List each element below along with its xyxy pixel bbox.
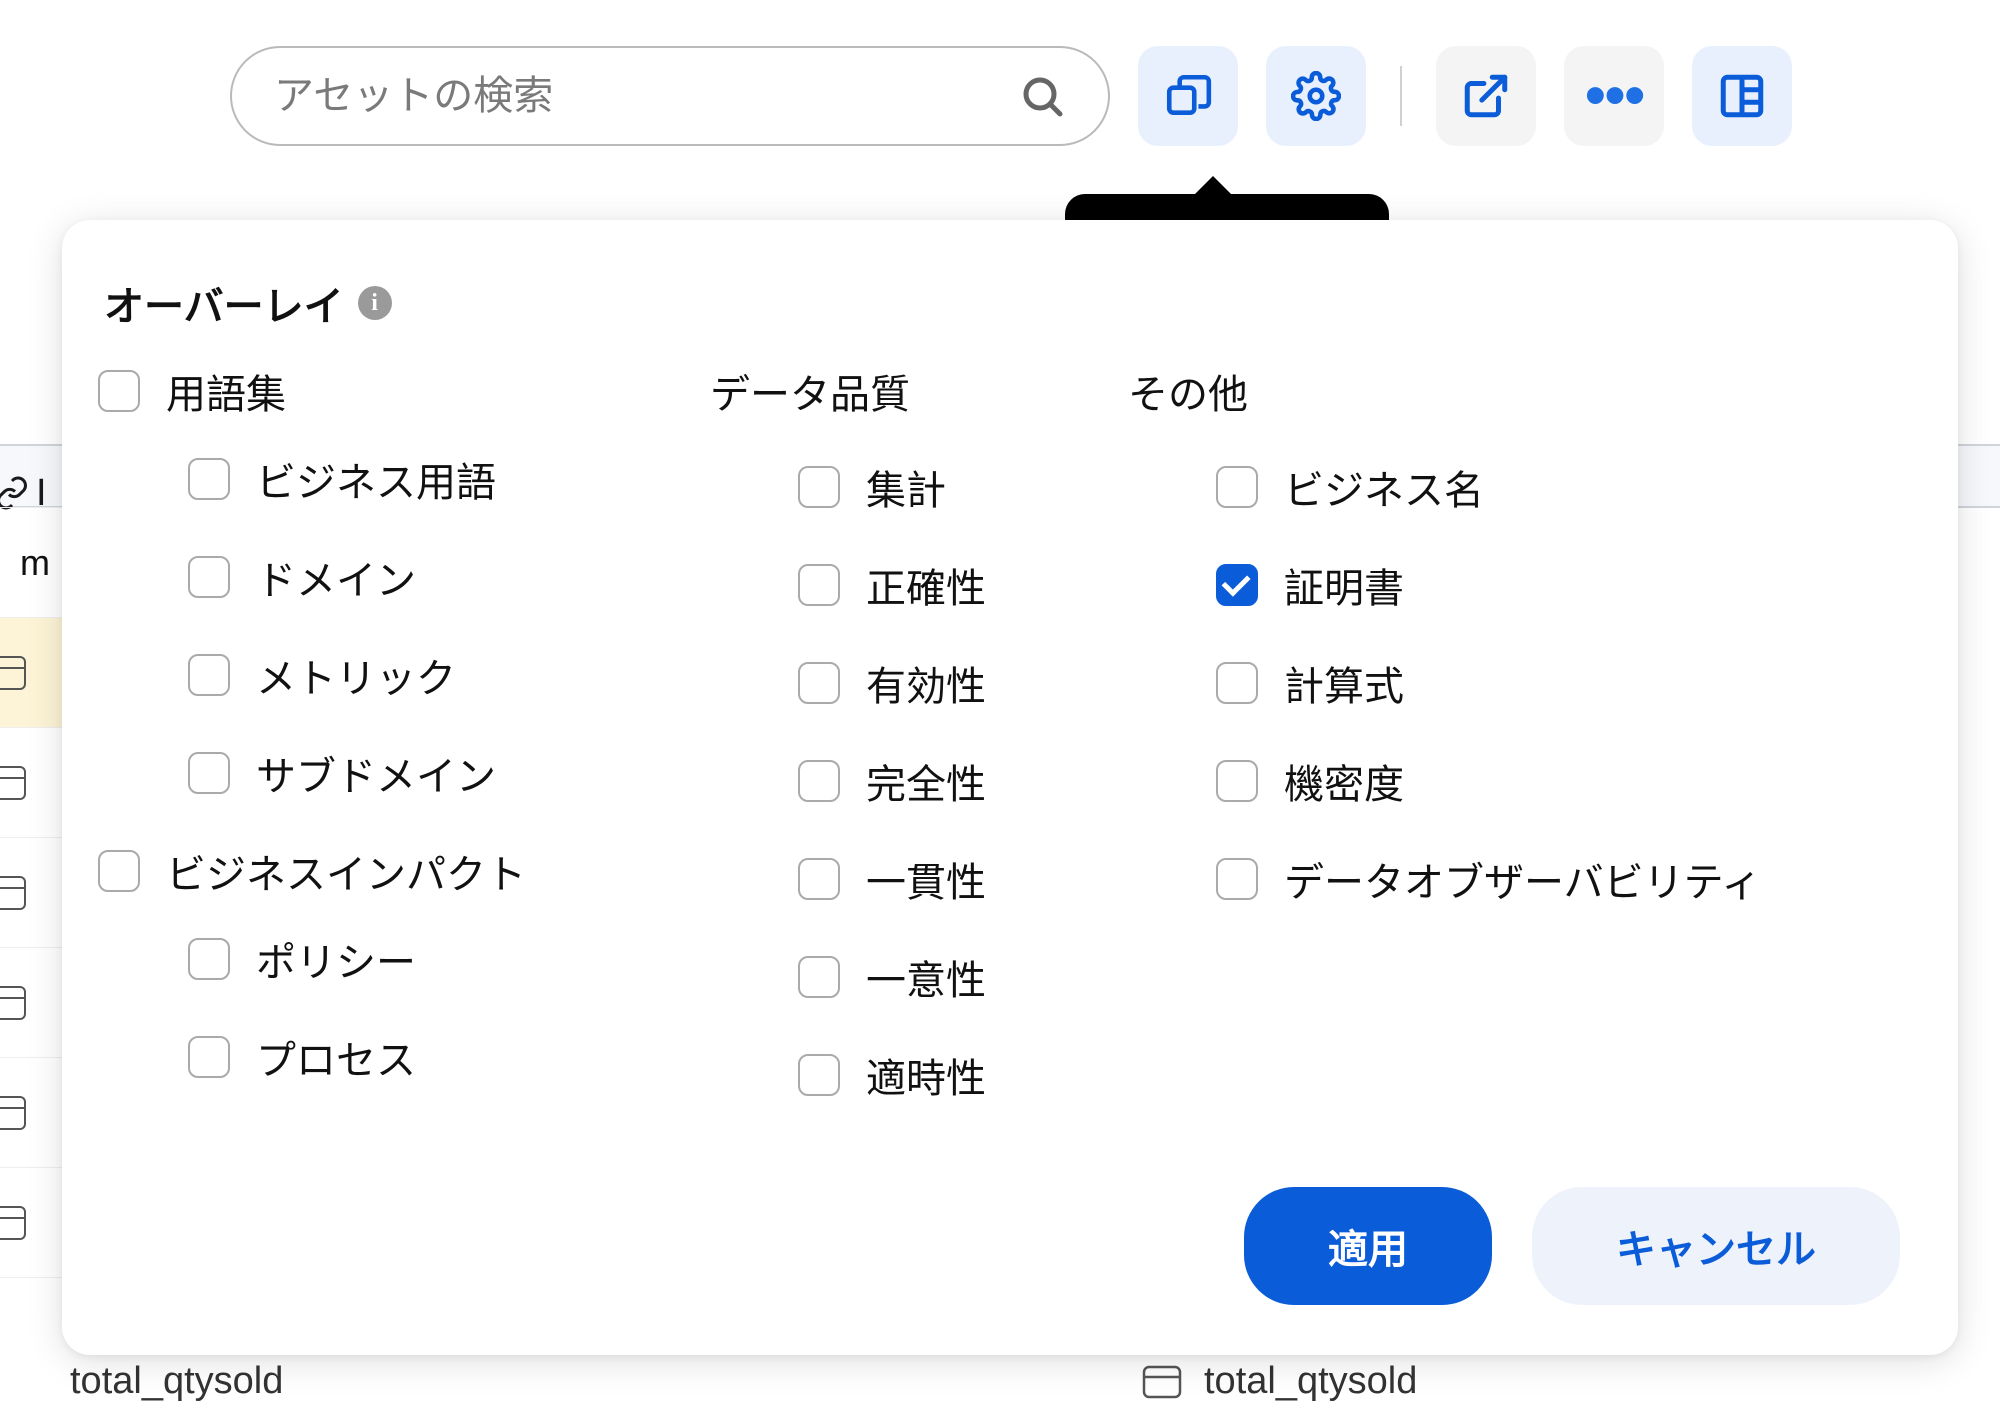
settings-button[interactable] <box>1266 46 1366 146</box>
checkbox-icon <box>798 858 840 900</box>
checkbox-data-observability[interactable]: データオブザーバビリティ <box>1216 850 1900 908</box>
checkbox-icon <box>188 556 230 598</box>
search-box[interactable] <box>230 46 1110 146</box>
checkbox-icon <box>798 956 840 998</box>
checkbox-uniqueness[interactable]: 一意性 <box>798 948 1048 1006</box>
checkbox-icon <box>188 1036 230 1078</box>
panel-actions: 適用 キャンセル <box>98 1187 1900 1305</box>
business-impact-items: ポリシー プロセス <box>98 930 618 1086</box>
checkbox-policy[interactable]: ポリシー <box>188 930 618 988</box>
checkbox-business-name[interactable]: ビジネス名 <box>1216 458 1900 516</box>
overlay-panel: オーバーレイ i 用語集 ビジネス用語 ドメイン <box>62 220 1958 1355</box>
other-header: その他 <box>1126 362 1900 420</box>
checkbox-icon <box>1216 662 1258 704</box>
glossary-items: ビジネス用語 ドメイン メトリック サブドメイン <box>98 450 618 802</box>
group-business-impact: ビジネスインパクト ポリシー プロセス <box>98 842 618 1086</box>
more-button[interactable]: ••• <box>1564 46 1664 146</box>
checkbox-aggregation[interactable]: 集計 <box>798 458 1048 516</box>
checkbox-icon <box>188 458 230 500</box>
checkbox-icon <box>1216 858 1258 900</box>
checkbox-validity[interactable]: 有効性 <box>798 654 1048 712</box>
group-glossary: 用語集 ビジネス用語 ドメイン メトリック <box>98 362 618 802</box>
checkbox-icon <box>1216 760 1258 802</box>
checkbox-icon <box>798 662 840 704</box>
checkbox-consistency[interactable]: 一貫性 <box>798 850 1048 908</box>
bg-bottom-text: total_qtysold <box>70 1360 283 1403</box>
overlay-button[interactable] <box>1138 46 1238 146</box>
panel-columns: 用語集 ビジネス用語 ドメイン メトリック <box>98 362 1900 1187</box>
checkbox-icon <box>798 1054 840 1096</box>
other-items: ビジネス名 証明書 計算式 機密度 <box>1126 458 1900 908</box>
checkbox-icon <box>798 466 840 508</box>
checkbox-completeness[interactable]: 完全性 <box>798 752 1048 810</box>
checkbox-process[interactable]: プロセス <box>188 1028 618 1086</box>
group-data-quality: データ品質 集計 正確性 有効性 <box>708 362 1048 1104</box>
checkbox-confidentiality[interactable]: 機密度 <box>1216 752 1900 810</box>
checkbox-domain[interactable]: ドメイン <box>188 548 618 606</box>
checkbox-formula[interactable]: 計算式 <box>1216 654 1900 712</box>
open-external-button[interactable] <box>1436 46 1536 146</box>
checkbox-glossary-group[interactable]: 用語集 <box>98 362 618 420</box>
checkbox-icon <box>98 370 140 412</box>
info-icon[interactable]: i <box>358 286 392 320</box>
checkbox-business-term[interactable]: ビジネス用語 <box>188 450 618 508</box>
group-other: その他 ビジネス名 証明書 計算式 <box>1126 362 1900 908</box>
panel-title: オーバーレイ i <box>104 274 1900 332</box>
checkbox-business-impact-group[interactable]: ビジネスインパクト <box>98 842 618 900</box>
toolbar: ••• <box>230 46 1970 146</box>
apply-button[interactable]: 適用 <box>1244 1187 1492 1305</box>
search-input[interactable] <box>274 74 1002 119</box>
checkbox-timeliness[interactable]: 適時性 <box>798 1046 1048 1104</box>
checkbox-icon <box>98 850 140 892</box>
checkbox-icon <box>798 564 840 606</box>
toolbar-divider <box>1400 66 1402 126</box>
layout-button[interactable] <box>1692 46 1792 146</box>
column-other: その他 ビジネス名 証明書 計算式 <box>1126 362 1900 1187</box>
checkbox-icon <box>188 752 230 794</box>
bg-rows: m <box>0 444 62 1278</box>
column-glossary-impact: 用語集 ビジネス用語 ドメイン メトリック <box>98 362 618 1187</box>
checkbox-icon <box>1216 564 1258 606</box>
cancel-button[interactable]: キャンセル <box>1532 1187 1900 1305</box>
data-quality-header: データ品質 <box>708 362 1048 420</box>
checkbox-metric[interactable]: メトリック <box>188 646 618 704</box>
checkbox-certificate[interactable]: 証明書 <box>1216 556 1900 614</box>
more-dots-icon: ••• <box>1584 65 1643 127</box>
column-data-quality: データ品質 集計 正確性 有効性 <box>708 362 1048 1187</box>
checkbox-icon <box>188 938 230 980</box>
search-icon <box>1018 72 1066 120</box>
checkbox-icon <box>188 654 230 696</box>
checkbox-subdomain[interactable]: サブドメイン <box>188 744 618 802</box>
data-quality-items: 集計 正確性 有効性 完全性 <box>708 458 1048 1104</box>
checkbox-icon <box>798 760 840 802</box>
checkbox-icon <box>1216 466 1258 508</box>
bg-bottom-text2: total_qtysold <box>1142 1360 1417 1403</box>
checkbox-accuracy[interactable]: 正確性 <box>798 556 1048 614</box>
